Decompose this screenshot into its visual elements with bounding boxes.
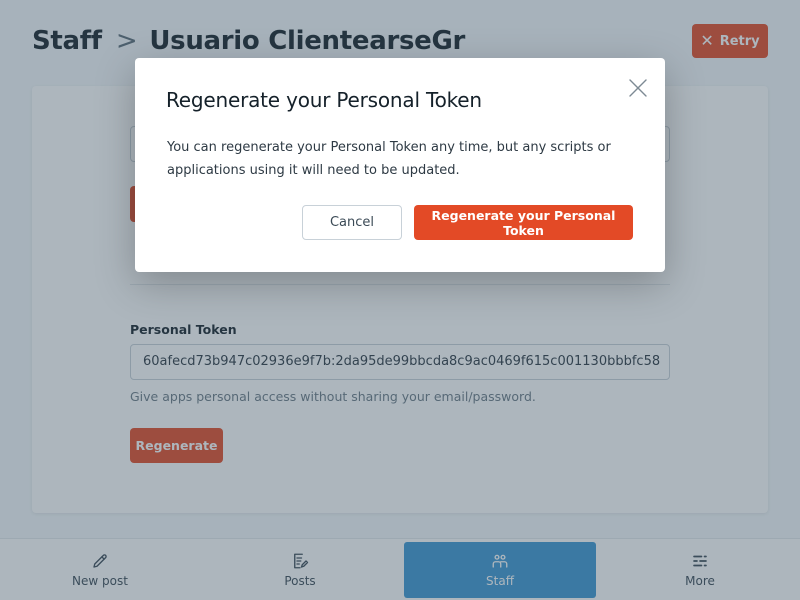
- regenerate-token-modal: Regenerate your Personal Token You can r…: [135, 58, 665, 272]
- cancel-button[interactable]: Cancel: [302, 205, 402, 240]
- confirm-regenerate-button[interactable]: Regenerate your Personal Token: [414, 205, 633, 240]
- modal-body-text: You can regenerate your Personal Token a…: [167, 140, 611, 178]
- close-icon: [629, 79, 647, 97]
- modal-title: Regenerate your Personal Token: [166, 88, 482, 112]
- modal-close-button[interactable]: [627, 77, 649, 99]
